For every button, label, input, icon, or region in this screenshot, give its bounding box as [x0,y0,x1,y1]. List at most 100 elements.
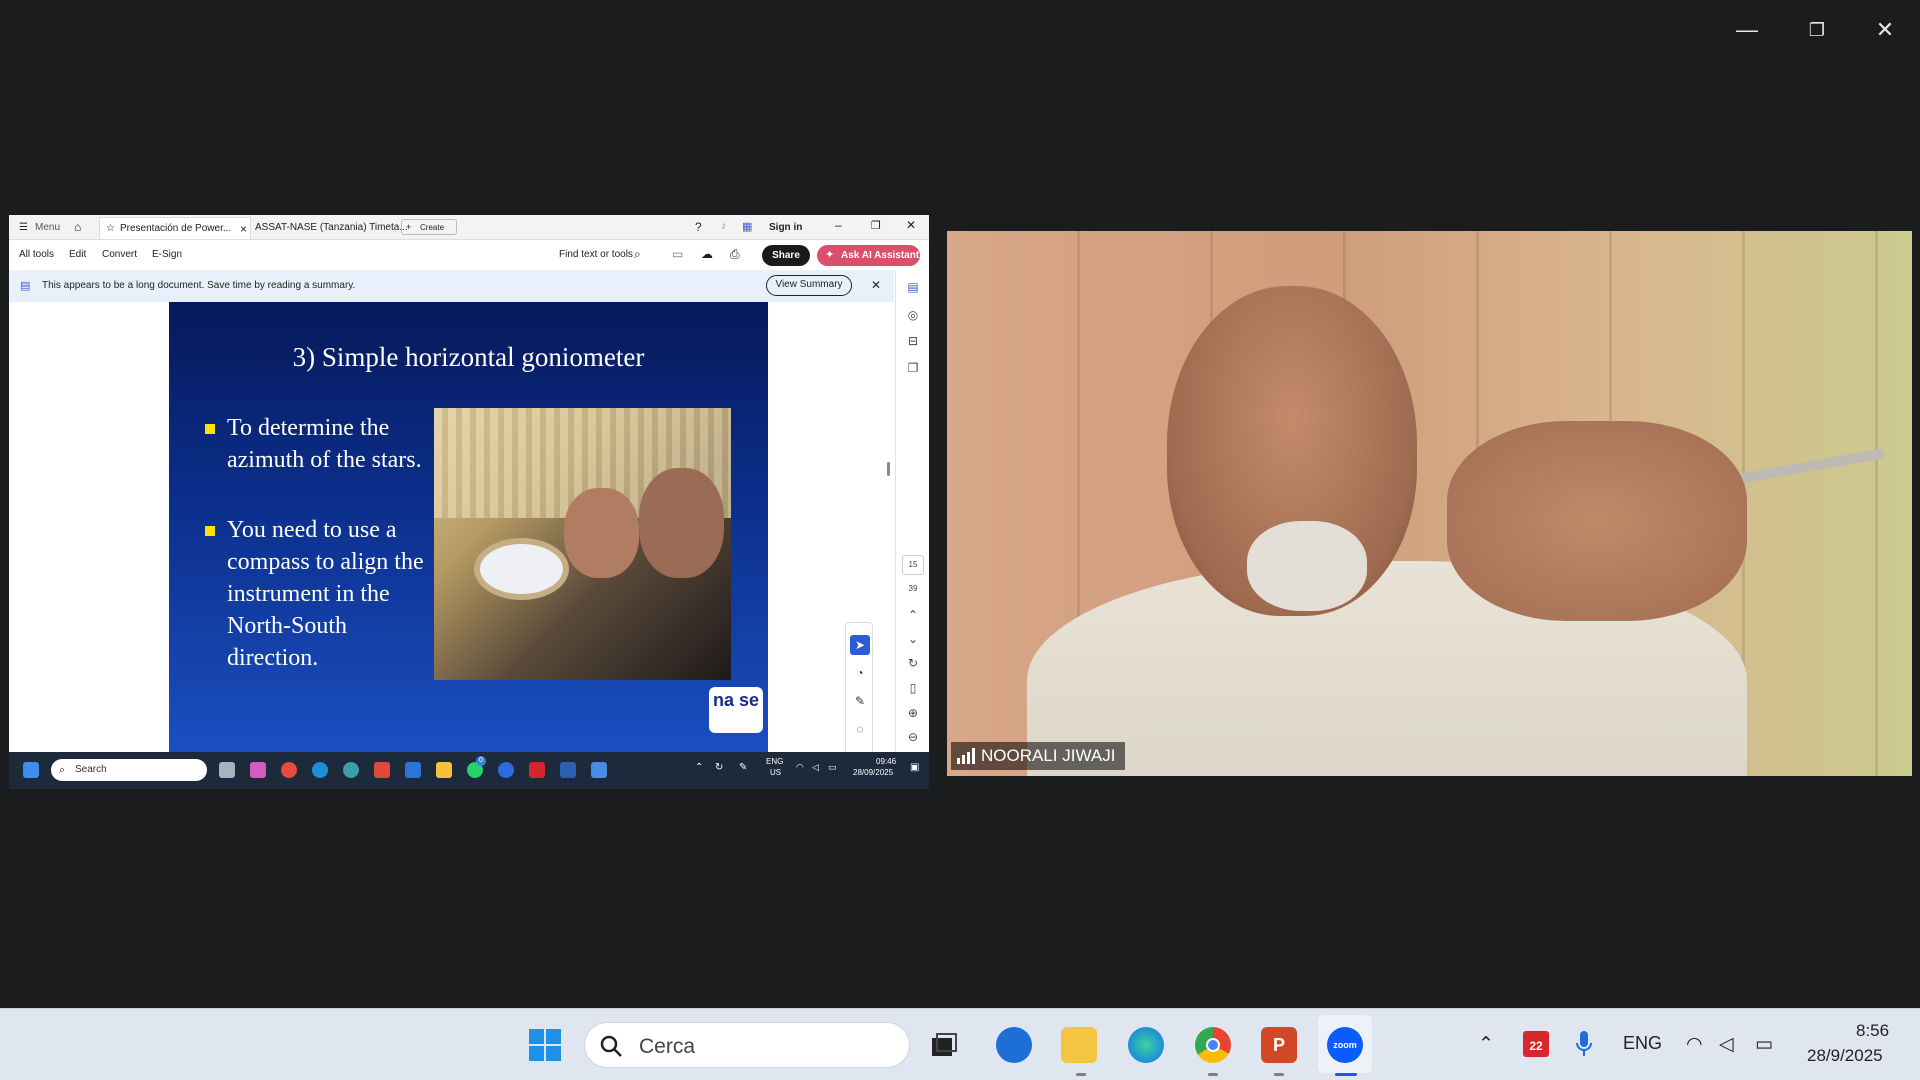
pages-rail-icon[interactable]: ❐ [905,361,921,377]
tab-close-icon[interactable]: × [240,222,247,236]
notepad-icon[interactable] [405,762,421,778]
task-view-icon[interactable] [219,762,235,778]
menu-icon[interactable]: ☰ [19,222,28,233]
clock-time[interactable]: 8:56 [1856,1021,1889,1041]
remote-notification-icon[interactable]: ▣ [910,762,919,773]
participant-name-tag: NOORALI JIWAJI [951,742,1126,770]
word-icon[interactable] [560,762,576,778]
find-text-input[interactable]: Find text or tools [559,249,633,260]
language-indicator[interactable]: ENG [1623,1033,1662,1054]
create-button[interactable]: + Create [401,219,457,235]
remote-sync-icon[interactable]: ↻ [715,762,723,773]
remote-wifi-icon[interactable]: ◠ [796,762,804,773]
remote-search-placeholder: Search [75,764,107,775]
tab-presentation[interactable]: ☆ Presentación de Power... × [99,217,251,239]
taskbar-search-box[interactable]: Cerca [584,1022,910,1068]
sign-in-link[interactable]: Sign in [769,222,802,233]
tab-assat-nase[interactable]: ASSAT-NASE (Tanzania) Timeta... [255,222,408,233]
comments-rail-icon[interactable]: ◎ [905,308,921,324]
remote-lang[interactable]: ENG [766,757,783,766]
slide-page: 3) Simple horizontal goniometer To deter… [169,302,768,752]
acrobat-close-icon[interactable]: ✕ [906,218,916,232]
close-button[interactable]: ✕ [1865,12,1905,48]
pen-tool-icon[interactable]: ✎ [850,691,870,711]
file-explorer-icon[interactable] [1061,1027,1097,1063]
start-windows-icon[interactable] [527,1027,563,1063]
comment-tool-icon[interactable]: ◔ [850,663,870,683]
face-right [639,468,724,578]
file-explorer-icon[interactable] [436,762,452,778]
remote-battery-icon[interactable]: ▭ [828,762,837,773]
clock-date[interactable]: 28/9/2025 [1807,1046,1883,1066]
remote-start-icon[interactable] [23,762,39,778]
volume-icon[interactable]: ◁ [1719,1033,1734,1056]
page-fit-icon[interactable]: ▯ [905,681,921,697]
microphone-icon[interactable] [1574,1029,1594,1059]
apps-grid-icon[interactable]: ▦ [742,220,752,233]
zoom-in-icon[interactable]: ⊕ [905,706,921,722]
remote-pen-icon[interactable]: ✎ [739,762,747,773]
chrome-icon[interactable] [1195,1027,1231,1063]
anydesk-icon[interactable] [374,762,390,778]
acrobat-minimize-icon[interactable]: – [835,218,842,232]
upload-cloud-icon[interactable]: ☁ [701,247,713,261]
battery-icon[interactable]: ▭ [1755,1033,1773,1056]
globe-icon[interactable] [343,762,359,778]
convert-menu[interactable]: Convert [102,249,137,260]
page-number-input[interactable]: 15 [902,555,924,575]
acrobat-right-rail: ▤ ◎ ⊟ ❐ 15 39 ⌃ ⌄ ↻ ▯ ⊕ ⊖ [895,270,929,752]
powerpoint-icon[interactable]: P [1261,1027,1297,1063]
star-icon[interactable]: ☆ [106,223,115,234]
whatsapp-icon[interactable]: 0 [467,756,486,778]
edge-icon[interactable] [1128,1027,1164,1063]
acrobat-icon[interactable] [529,762,545,778]
share-button[interactable]: Share [762,245,810,266]
scrollbar-thumb[interactable] [887,462,890,476]
acrobat-restore-icon[interactable]: ❐ [871,219,881,232]
edge-icon[interactable] [312,762,328,778]
powerpoint-indicator [1274,1073,1284,1076]
all-tools-menu[interactable]: All tools [19,249,54,260]
remote-tray-chevron-icon[interactable]: ⌃ [695,762,703,773]
taskbar-search-icon [600,1035,622,1057]
select-tool-icon[interactable]: ➤ [850,635,870,655]
photos-icon[interactable] [591,762,607,778]
remote-zoom-icon[interactable] [498,762,514,778]
wifi-icon[interactable]: ◠ [1686,1033,1703,1056]
minimize-button[interactable]: — [1727,12,1767,48]
save-icon[interactable]: ▭ [672,247,683,261]
document-view[interactable]: 3) Simple horizontal goniometer To deter… [9,302,894,789]
thunderbird-icon[interactable] [996,1027,1032,1063]
remote-volume-icon[interactable]: ◁ [812,762,819,773]
esign-menu[interactable]: E-Sign [152,249,182,260]
copilot-icon[interactable] [250,762,266,778]
home-icon[interactable]: ⌂ [74,220,81,234]
search-icon[interactable]: ⌕ [634,247,641,262]
page-down-icon[interactable]: ⌄ [905,632,921,648]
zoom-active-indicator [1335,1073,1357,1076]
zoom-taskbar-icon[interactable]: zoom [1327,1027,1363,1063]
menu-label[interactable]: Menu [35,222,60,233]
task-view-icon[interactable] [926,1027,962,1063]
bookmark-rail-icon[interactable]: ⊟ [905,334,921,350]
rotate-icon[interactable]: ↻ [905,656,921,672]
banner-close-icon[interactable]: ✕ [871,278,881,292]
ask-ai-assistant-button[interactable]: ✦ Ask AI Assistant [817,245,920,266]
remote-search-box[interactable]: ⌕ Search [51,759,207,781]
remote-time[interactable]: 09:46 [876,757,896,766]
edit-menu[interactable]: Edit [69,249,86,260]
view-summary-button[interactable]: View Summary [766,275,852,296]
calendar-icon[interactable]: 22 [1523,1031,1549,1057]
bell-icon[interactable]: ♪ [721,220,727,232]
tray-chevron-icon[interactable]: ⌃ [1478,1033,1494,1056]
summary-rail-icon[interactable]: ▤ [905,280,921,296]
page-up-icon[interactable]: ⌃ [905,608,921,624]
print-icon[interactable]: ⎙ [730,247,740,262]
restore-button[interactable]: ❐ [1797,12,1837,48]
help-icon[interactable]: ? [695,220,702,234]
participant-video[interactable]: NOORALI JIWAJI [947,231,1912,776]
lasso-tool-icon[interactable]: ◌ [850,719,870,739]
shared-screen[interactable]: ☰ Menu ⌂ ☆ Presentación de Power... × AS… [9,215,929,789]
chrome-icon[interactable] [281,762,297,778]
zoom-out-icon[interactable]: ⊖ [905,730,921,746]
